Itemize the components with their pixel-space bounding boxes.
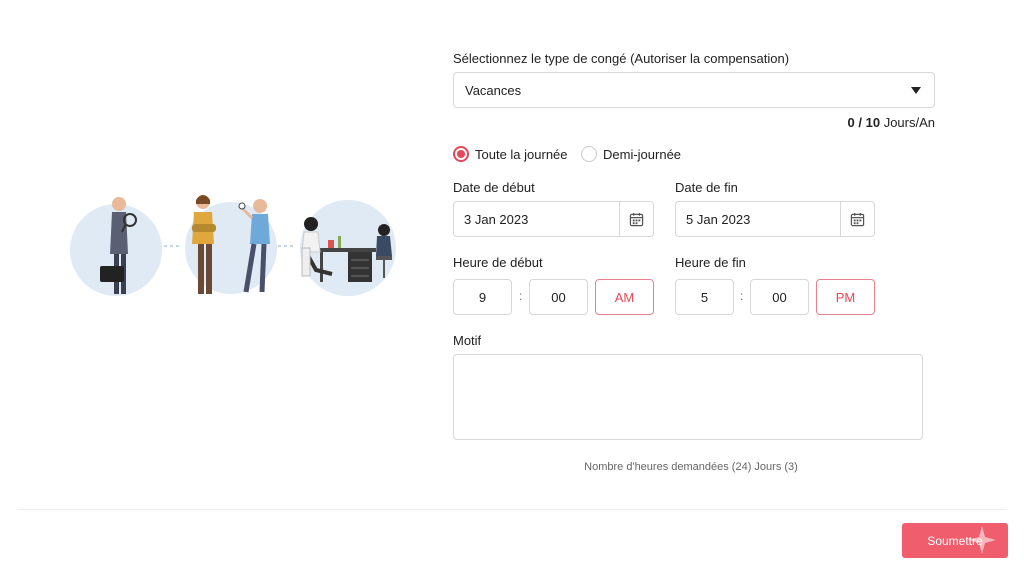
start-time-separator: : (519, 289, 523, 303)
reason-label: Motif (453, 333, 482, 348)
quota-unit: Jours/An (880, 115, 935, 130)
radio-full-day-label: Toute la journée (475, 146, 568, 162)
radio-half-day-indicator[interactable] (581, 146, 597, 162)
end-date-value: 5 Jan 2023 (686, 212, 751, 227)
end-period-toggle[interactable]: PM (816, 279, 875, 315)
calendar-icon (629, 212, 644, 226)
radio-full-day-indicator[interactable] (453, 146, 469, 162)
start-date-field[interactable]: 3 Jan 2023 (453, 201, 654, 237)
leave-type-select[interactable]: Vacances (453, 72, 935, 108)
footer-divider (18, 509, 1006, 510)
start-hour-input[interactable]: 9 (453, 279, 512, 315)
start-date-calendar-button[interactable] (619, 202, 653, 236)
start-time-label: Heure de début (453, 255, 543, 270)
workflow-illustration (70, 195, 396, 296)
end-date-label: Date de fin (675, 180, 738, 195)
quota-used: 0 (847, 115, 855, 130)
requested-hours-summary: Nombre d'heures demandées (24) Jours (3) (584, 461, 798, 473)
leave-type-label: Sélectionnez le type de congé (Autoriser… (453, 51, 790, 66)
end-time-label: Heure de fin (675, 255, 746, 270)
end-date-calendar-button[interactable] (840, 202, 874, 236)
sparkle-icon (968, 526, 996, 554)
radio-full-day[interactable]: Toute la journée (453, 145, 568, 163)
radio-half-day-label: Demi-journée (603, 146, 682, 162)
submit-button[interactable]: Soumettre (902, 523, 1008, 558)
end-minute-input[interactable]: 00 (750, 279, 809, 315)
end-date-field[interactable]: 5 Jan 2023 (675, 201, 875, 237)
start-period-toggle[interactable]: AM (595, 279, 654, 315)
start-minute-input[interactable]: 00 (529, 279, 588, 315)
caret-down-icon (911, 87, 921, 94)
start-date-value: 3 Jan 2023 (464, 212, 529, 227)
leave-type-value: Vacances (465, 83, 522, 98)
end-time-separator: : (740, 289, 744, 303)
quota-total: 10 (865, 115, 881, 130)
quota-separator: / (854, 115, 866, 130)
reason-textarea[interactable] (453, 354, 923, 440)
leave-quota: 0 / 10 Jours/An (848, 115, 935, 130)
start-date-label: Date de début (453, 180, 535, 195)
end-hour-input[interactable]: 5 (675, 279, 734, 315)
radio-half-day[interactable]: Demi-journée (581, 145, 681, 163)
calendar-icon (850, 212, 865, 226)
